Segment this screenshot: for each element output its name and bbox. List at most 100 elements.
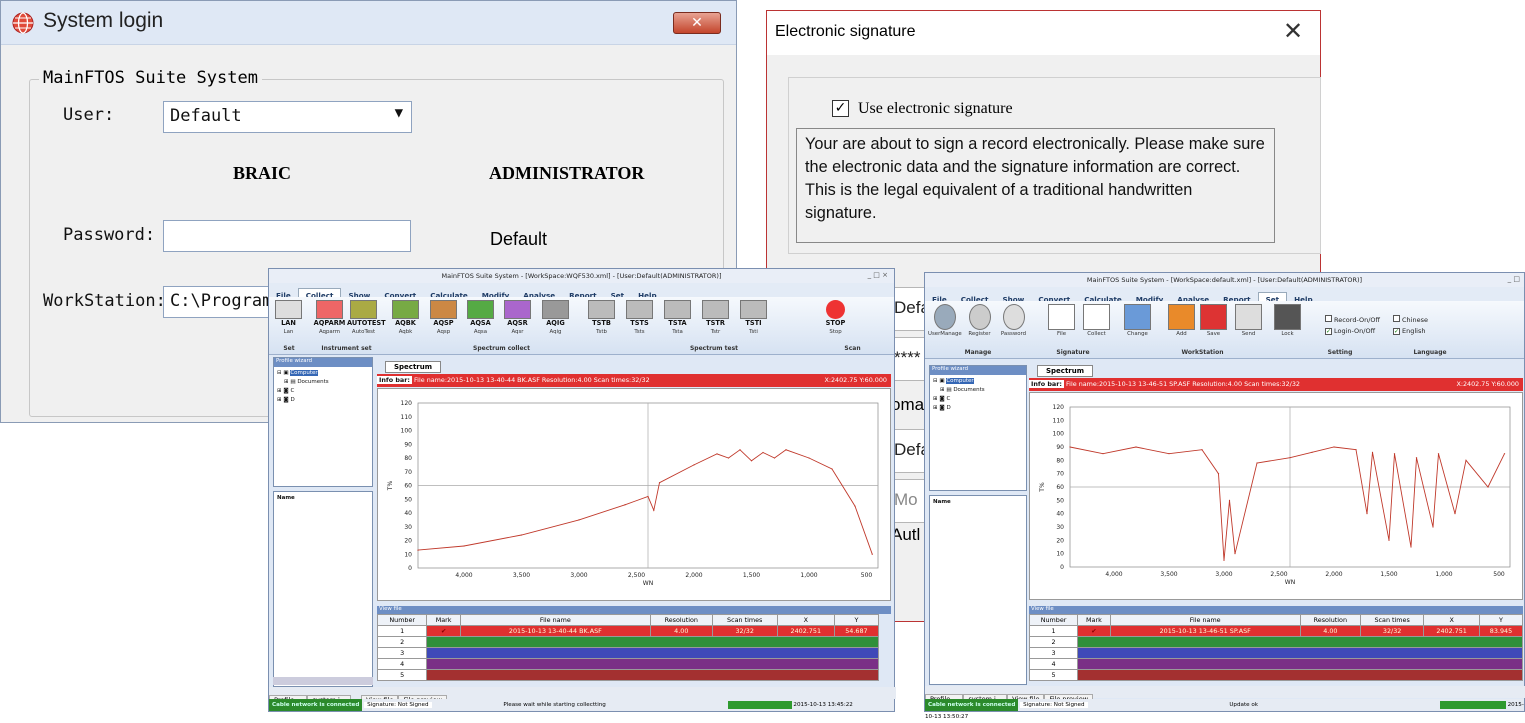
ribbon-button-send[interactable]: Send — [1232, 304, 1265, 338]
tab-spectrum[interactable]: Spectrum — [385, 361, 442, 373]
table-row[interactable]: 5 — [1028, 669, 1523, 681]
workstation-label: WorkStation: — [43, 291, 166, 311]
ribbon-button-stop[interactable]: STOP Stop — [819, 300, 852, 336]
table-header-row: Number Mark File name Resolution Scan times X… — [376, 614, 880, 626]
checkbox-label: English — [1402, 327, 1426, 335]
ribbon-button-tstb[interactable]: TSTB Tstb — [585, 300, 618, 336]
col-number[interactable]: Number — [1028, 614, 1079, 626]
name-panel-scrollbar[interactable] — [273, 677, 373, 685]
y-tick-label: 90 — [1056, 444, 1064, 451]
ribbon-button-aqsr[interactable]: AQSR Aqsr — [501, 300, 534, 336]
ribbon-button-sublabel: Aqsp — [436, 329, 451, 335]
ribbon-button-save[interactable]: Save — [1197, 304, 1230, 338]
table-row[interactable]: 4 — [1028, 658, 1523, 670]
table-row[interactable]: 1 ✔ 2015-10-13 13-46-51 SP.ASF 4.00 32/32 240… — [1028, 625, 1524, 637]
mark-checkbox[interactable]: ✔ — [1077, 625, 1111, 637]
spectrum-plot-area[interactable]: 0 10 20 30 40 50 60 70 80 90 100 110 120 4,000 3,500 3,… — [1029, 392, 1523, 600]
ribbon-button-aqsp[interactable]: AQSP Aqsp — [427, 300, 460, 336]
y-tick-label: 60 — [404, 483, 412, 490]
ribbon-button-aqbk[interactable]: AQBK Aqbk — [389, 300, 422, 336]
ribbon-button-lan[interactable]: LAN Lan — [272, 300, 305, 336]
ribbon-button-tsti[interactable]: TSTI Tsti — [737, 300, 770, 336]
col-resolution[interactable]: Resolution — [1299, 614, 1361, 626]
ribbon-button-tsts[interactable]: TSTS Tsts — [623, 300, 656, 336]
app1-window-buttons[interactable]: _ □ × — [868, 271, 888, 279]
col-resolution[interactable]: Resolution — [649, 614, 713, 626]
checkbox-box[interactable] — [1325, 315, 1332, 322]
ribbon-button-add[interactable]: Add — [1165, 304, 1198, 338]
tree-item-c[interactable]: ⊞ ◙ C — [277, 387, 369, 396]
ribbon-button-register[interactable]: Register — [963, 304, 996, 338]
x-tick-label: 1,500 — [743, 572, 760, 579]
spectrum-point — [1289, 457, 1291, 459]
table-row[interactable]: 2 — [1028, 636, 1523, 648]
checkbox-box[interactable]: ✓ — [1325, 328, 1332, 335]
checkbox-chinese[interactable]: Chinese — [1393, 315, 1428, 324]
app2-window-buttons[interactable]: _ □ — [1508, 275, 1520, 283]
ribbon-button-aqsa[interactable]: AQSA Aqsa — [464, 300, 497, 336]
tab-spectrum[interactable]: Spectrum — [1037, 365, 1094, 377]
ribbon-button-tstr[interactable]: TSTR Tstr — [699, 300, 732, 336]
col-mark[interactable]: Mark — [426, 614, 461, 626]
checkbox-box[interactable] — [1393, 315, 1400, 322]
login-close-button[interactable]: ✕ — [673, 12, 721, 34]
ribbon-button-tsta[interactable]: TSTA Tsta — [661, 300, 694, 336]
spectrum-point — [624, 504, 626, 506]
col-y[interactable]: Y — [1478, 614, 1524, 626]
ribbon-button-aqig[interactable]: AQIG Aqig — [539, 300, 572, 336]
ribbon-button-autotest[interactable]: AUTOTEST AutoTest — [347, 300, 386, 336]
ribbon-button-label: Change — [1127, 331, 1148, 337]
ribbon-group-label: WorkStation — [1181, 349, 1224, 356]
file-tree: ⊟ ▣ Computer ⊞ ▤ Documents ⊞ ◙ C ⊞ ◙ D — [274, 367, 372, 407]
row-color-fill — [426, 647, 879, 659]
spectrum-chart[interactable]: 0 10 20 30 40 50 60 70 80 90 100 110 120 4,000 3,500 3,… — [1030, 393, 1522, 599]
spectrum-plot-area[interactable]: 0 10 20 30 40 50 60 70 80 90 100 110 120 4,000 3,500 3,… — [377, 388, 891, 601]
col-y[interactable]: Y — [833, 614, 880, 626]
ribbon-button-change[interactable]: Change — [1121, 304, 1154, 338]
tree-item-d[interactable]: ⊞ ◙ D — [277, 396, 369, 405]
info-bar-label: Info bar: — [1029, 380, 1064, 388]
use-esig-checkbox[interactable]: ✓ — [832, 100, 849, 117]
checkbox-record-on-off[interactable]: Record-On/Off — [1325, 315, 1380, 324]
password-field[interactable] — [163, 220, 411, 252]
col-number[interactable]: Number — [376, 614, 428, 626]
ribbon-button-usermanage[interactable]: UserManage — [928, 304, 962, 338]
ribbon-button-label: Add — [1176, 331, 1187, 337]
tree-item-d[interactable]: ⊞ ◙ D — [933, 404, 1023, 413]
ribbon-button-file[interactable]: File — [1045, 304, 1078, 338]
table-row[interactable]: 4 — [376, 658, 879, 670]
tree-item-computer[interactable]: ⊟ ▣ Computer — [933, 377, 1023, 386]
progress-bar — [1439, 700, 1506, 709]
table-row[interactable]: 2 — [376, 636, 879, 648]
y-tick-label: 0 — [408, 565, 412, 572]
ribbon-button-aqparm[interactable]: AQPARM Aqparm — [313, 300, 346, 336]
table-row[interactable]: 5 — [376, 669, 879, 681]
tree-item-documents[interactable]: ⊞ ▤ Documents — [277, 378, 369, 387]
col-x[interactable]: X — [1423, 614, 1480, 626]
table-row[interactable]: 3 — [1028, 647, 1523, 659]
checkbox-box[interactable]: ✓ — [1393, 328, 1400, 335]
col-x[interactable]: X — [776, 614, 835, 626]
tree-item-c[interactable]: ⊞ ◙ C — [933, 395, 1023, 404]
ribbon-button-password[interactable]: Password — [997, 304, 1030, 338]
col-mark[interactable]: Mark — [1077, 614, 1111, 626]
checkbox-english[interactable]: ✓ English — [1393, 327, 1425, 335]
tree-item-computer[interactable]: ⊟ ▣ Computer — [277, 369, 369, 378]
ribbon-button-lock[interactable]: Lock — [1271, 304, 1304, 338]
esig-close-button[interactable]: ✕ — [1283, 17, 1303, 45]
table-row[interactable]: 3 — [376, 647, 879, 659]
tree-item-documents[interactable]: ⊞ ▤ Documents — [933, 386, 1023, 395]
info-bar-text: File name:2015-10-13 13-40-44 BK.ASF Res… — [413, 376, 650, 384]
ribbon-button-collect[interactable]: Collect — [1080, 304, 1113, 338]
ribbon-group-label: Instrument set — [321, 345, 372, 352]
col-scan-times[interactable]: Scan times — [711, 614, 778, 626]
user-select[interactable]: Default ▼ — [163, 101, 412, 133]
table-row[interactable]: 1 ✔ 2015-10-13 13-40-44 BK.ASF 4.00 32/32 240… — [376, 625, 880, 637]
col-file-name[interactable]: File name — [1109, 614, 1301, 626]
checkbox-login-on-off[interactable]: ✓ Login-On/Off — [1325, 327, 1375, 335]
spectrum-chart[interactable]: 0 10 20 30 40 50 60 70 80 90 100 110 120 4,000 3,500 3,… — [378, 389, 890, 600]
col-file-name[interactable]: File name — [459, 614, 651, 626]
mark-checkbox[interactable]: ✔ — [426, 625, 461, 637]
col-scan-times[interactable]: Scan times — [1359, 614, 1425, 626]
workstation-field[interactable]: C:\Program — [163, 286, 283, 318]
